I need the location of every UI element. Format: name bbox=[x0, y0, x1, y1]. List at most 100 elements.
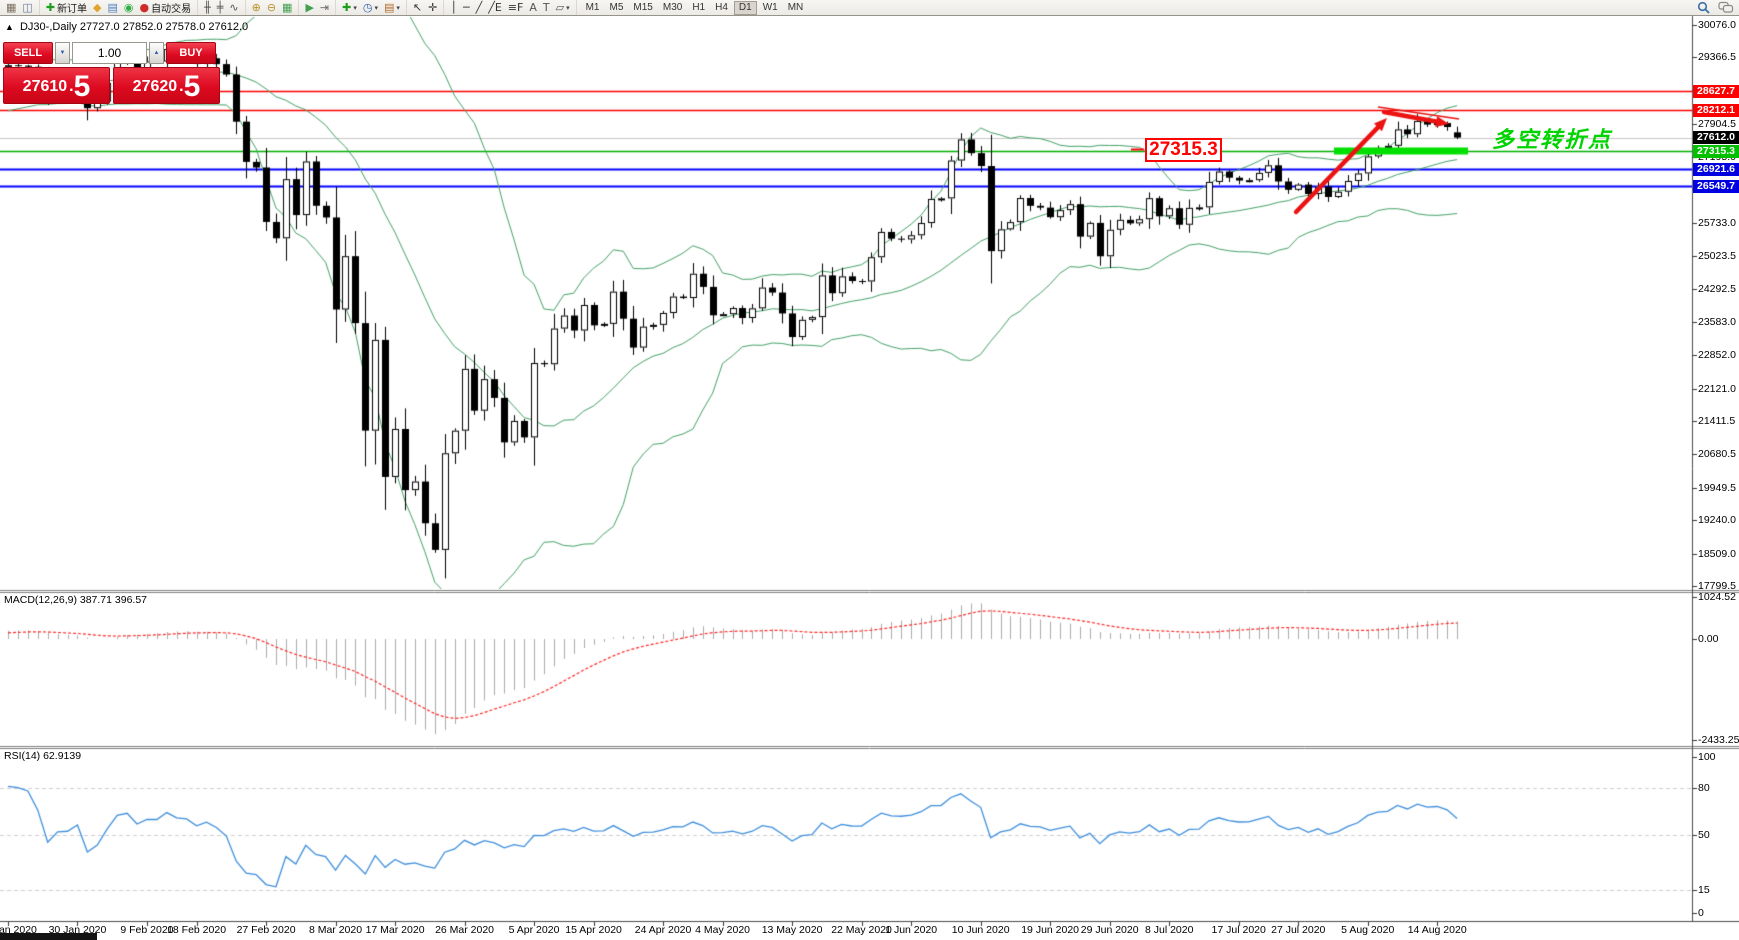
new-order-icon-label: 新订单 bbox=[57, 0, 87, 15]
text-icon[interactable]: A bbox=[526, 0, 540, 15]
fibonacci-icon[interactable]: ≡F bbox=[505, 0, 527, 15]
timeframe-d1[interactable]: D1 bbox=[734, 1, 757, 15]
chart-shift-icon[interactable]: ⇥ bbox=[317, 0, 332, 15]
dropdown-arrow-icon[interactable]: ▾ bbox=[353, 4, 357, 12]
timeframe-m5[interactable]: M5 bbox=[606, 1, 628, 15]
price-axis-label: 24292.5 bbox=[1698, 283, 1739, 295]
rsi-axis-label: 100 bbox=[1698, 751, 1739, 763]
charts-window-icon: ▦ bbox=[6, 1, 16, 14]
rsi-axis-label: 15 bbox=[1698, 884, 1739, 896]
volume-increase-button[interactable]: ▲ bbox=[149, 42, 164, 64]
horizontal-line-icon[interactable]: ─ bbox=[460, 0, 473, 15]
line-chart-icon: ∿ bbox=[229, 1, 238, 14]
bar-chart-icon[interactable]: ╫ bbox=[201, 0, 214, 15]
signals-icon: ◉ bbox=[124, 1, 134, 14]
toolbar-group: ⊕⊖▦ bbox=[246, 0, 300, 15]
volume-decrease-button[interactable]: ▼ bbox=[55, 42, 70, 64]
sell-price-tile[interactable]: 27610 . 5 bbox=[3, 67, 110, 104]
macd-axis-label: -2433.25 bbox=[1698, 734, 1739, 746]
date-axis-label: 17 Jul 2020 bbox=[1212, 924, 1266, 936]
timeframe-w1[interactable]: W1 bbox=[759, 1, 782, 15]
rsi-indicator-label: RSI(14) 62.9139 bbox=[4, 750, 81, 762]
price-level-badge: 27315.3 bbox=[1693, 145, 1739, 158]
cursor-icon[interactable]: ↖ bbox=[410, 0, 425, 15]
search-icon[interactable] bbox=[1697, 1, 1710, 19]
profiles-icon: ◫ bbox=[22, 1, 32, 14]
cursor-icon: ↖ bbox=[413, 1, 422, 14]
line-chart-icon[interactable]: ∿ bbox=[226, 0, 241, 15]
dropdown-arrow-icon[interactable]: ▾ bbox=[396, 4, 400, 12]
dropdown-arrow-icon[interactable]: ▾ bbox=[374, 4, 378, 12]
tile-windows-icon[interactable]: ▦ bbox=[279, 0, 295, 15]
sell-price-fraction: 5 bbox=[74, 71, 91, 102]
date-axis-label: 4 May 2020 bbox=[695, 924, 750, 936]
text-icon: A bbox=[529, 1, 537, 14]
text-label-icon: T bbox=[543, 1, 550, 14]
autotrading-icon[interactable]: ●自动交易 bbox=[137, 0, 195, 15]
chart-header: ▲ DJ30-,Daily 27727.0 27852.0 27578.0 27… bbox=[5, 21, 248, 33]
chat-icon[interactable] bbox=[1718, 1, 1734, 19]
eraser-icon[interactable]: ◆ bbox=[90, 0, 104, 15]
crosshair-icon: ✛ bbox=[428, 1, 437, 14]
shapes-icon[interactable]: ▱▾ bbox=[553, 0, 573, 15]
price-level-badge: 26549.7 bbox=[1693, 180, 1739, 193]
sell-button[interactable]: SELL bbox=[3, 42, 53, 64]
terminal-icon: ▤ bbox=[108, 1, 118, 14]
timeframe-h1[interactable]: H1 bbox=[688, 1, 709, 15]
price-axis-label: 25023.5 bbox=[1698, 250, 1739, 262]
price-axis-label: 29366.5 bbox=[1698, 51, 1739, 63]
macd-axis-label: 1024.52 bbox=[1698, 591, 1739, 603]
zoom-out-icon[interactable]: ⊖ bbox=[264, 0, 279, 15]
date-axis-label: 29 Jun 2020 bbox=[1081, 924, 1139, 936]
buy-price-fraction: 5 bbox=[184, 71, 201, 102]
templates-icon[interactable]: ▤▾ bbox=[381, 0, 403, 15]
buy-price-tile[interactable]: 27620 . 5 bbox=[113, 67, 220, 104]
timeframe-mn[interactable]: MN bbox=[784, 1, 808, 15]
text-label-icon[interactable]: T bbox=[540, 0, 553, 15]
timeframe-m15[interactable]: M15 bbox=[629, 1, 656, 15]
price-level-badge: 27612.0 bbox=[1693, 131, 1739, 144]
buy-price-main: 27620 bbox=[133, 72, 178, 102]
horizontal-line-icon: ─ bbox=[463, 1, 470, 14]
vertical-line-icon[interactable]: │ bbox=[447, 0, 460, 15]
date-axis-label: 27 Feb 2020 bbox=[237, 924, 296, 936]
date-axis-label: 5 Aug 2020 bbox=[1341, 924, 1394, 936]
sell-price-main: 27610 bbox=[23, 72, 68, 102]
auto-scroll-icon[interactable]: ▶ bbox=[302, 0, 316, 15]
toolbar-group: ✚新订单◆ ▤ ◉●自动交易 bbox=[40, 0, 198, 15]
toolbar-group: ↖✛ bbox=[407, 0, 444, 15]
price-axis-label: 19949.5 bbox=[1698, 482, 1739, 494]
fibonacci-icon: ≡F bbox=[508, 1, 524, 14]
crosshair-icon[interactable]: ✛ bbox=[425, 0, 440, 15]
timeframe-m30[interactable]: M30 bbox=[659, 1, 686, 15]
date-axis-label: 8 Jul 2020 bbox=[1145, 924, 1193, 936]
date-axis-label: 19 Jun 2020 bbox=[1021, 924, 1079, 936]
dropdown-arrow-icon[interactable]: ▾ bbox=[566, 4, 570, 12]
terminal-icon[interactable]: ▤ bbox=[105, 0, 121, 15]
indicators-icon[interactable]: ✚▾ bbox=[339, 0, 360, 15]
collapse-arrow-icon[interactable]: ▲ bbox=[5, 22, 14, 32]
profiles-icon[interactable]: ◫ bbox=[19, 0, 35, 15]
price-annotation-box[interactable]: 27315.3 bbox=[1145, 138, 1222, 162]
charts-window-icon[interactable]: ▦ bbox=[3, 0, 19, 15]
chart-area[interactable] bbox=[0, 0, 1739, 940]
buy-button[interactable]: BUY bbox=[166, 42, 216, 64]
price-axis-label: 27904.5 bbox=[1698, 118, 1739, 130]
date-axis-label: 17 Mar 2020 bbox=[366, 924, 425, 936]
signals-icon[interactable]: ◉ bbox=[121, 0, 137, 15]
toolbar-group: ✚▾◷▾▤▾ bbox=[336, 0, 407, 15]
timeframe-m1[interactable]: M1 bbox=[582, 1, 604, 15]
zoom-in-icon[interactable]: ⊕ bbox=[249, 0, 264, 15]
candlestick-chart-icon[interactable]: ╪ bbox=[214, 0, 227, 15]
channel-icon[interactable]: ╱E bbox=[485, 0, 505, 15]
date-axis-label: 10 Jun 2020 bbox=[952, 924, 1010, 936]
trendline-icon[interactable]: ╱ bbox=[473, 0, 486, 15]
toolbar-group: │─╱╱E≡F AT▱▾ bbox=[444, 0, 576, 15]
timeframe-h4[interactable]: H4 bbox=[711, 1, 732, 15]
volume-input[interactable]: 1.00 bbox=[72, 42, 147, 64]
main-toolbar: ▦◫✚新订单◆▤◉●自动交易╫╪∿⊕⊖▦▶⇥✚▾◷▾▤▾↖✛│─╱╱E≡FAT▱… bbox=[0, 0, 1739, 16]
periods-icon[interactable]: ◷▾ bbox=[360, 0, 381, 15]
rsi-axis-label: 80 bbox=[1698, 782, 1739, 794]
new-order-icon[interactable]: ✚新订单 bbox=[43, 0, 90, 15]
date-axis-label: 18 Feb 2020 bbox=[167, 924, 226, 936]
